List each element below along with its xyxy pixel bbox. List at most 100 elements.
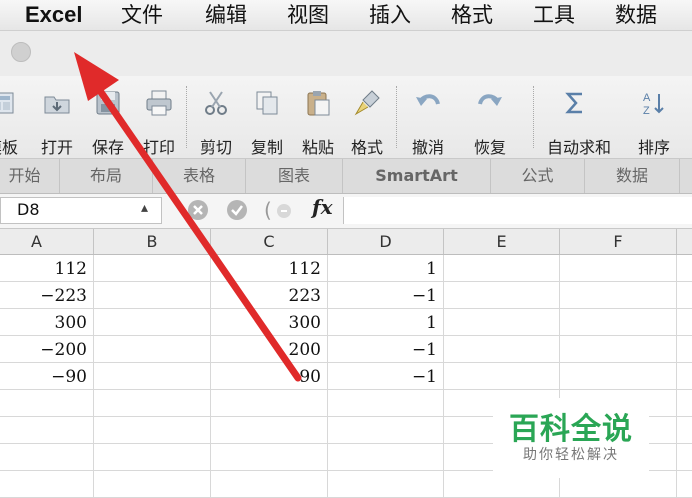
- table-cell[interactable]: [677, 417, 692, 444]
- table-cell[interactable]: [0, 444, 94, 471]
- insert-function-button[interactable]: fx: [312, 195, 333, 219]
- table-cell[interactable]: [94, 255, 211, 282]
- table-cell[interactable]: [560, 309, 677, 336]
- tab-data[interactable]: 数据: [585, 159, 680, 193]
- tab-formulas[interactable]: 公式: [491, 159, 585, 193]
- template-button[interactable]: 模板: [0, 84, 24, 157]
- table-cell[interactable]: [94, 363, 211, 390]
- column-header-b[interactable]: B: [94, 229, 211, 254]
- redo-button[interactable]: 恢复: [468, 84, 512, 157]
- table-cell[interactable]: −1: [328, 363, 444, 390]
- print-button[interactable]: 打印: [137, 84, 181, 157]
- table-cell[interactable]: [94, 282, 211, 309]
- table-cell[interactable]: [94, 417, 211, 444]
- table-cell[interactable]: 223: [211, 282, 328, 309]
- table-cell[interactable]: [94, 309, 211, 336]
- table-cell[interactable]: [444, 255, 560, 282]
- name-box-stepper-icon[interactable]: ▴: [141, 200, 148, 216]
- tab-home[interactable]: 开始: [0, 159, 60, 193]
- open-button[interactable]: 打开: [35, 84, 79, 157]
- table-cell[interactable]: [444, 282, 560, 309]
- column-header-a[interactable]: A: [0, 229, 94, 254]
- window-close-button[interactable]: [11, 42, 31, 62]
- table-cell[interactable]: [94, 390, 211, 417]
- table-cell[interactable]: [444, 363, 560, 390]
- tab-charts[interactable]: 图表: [246, 159, 343, 193]
- save-disk-icon: [96, 91, 120, 115]
- menu-tools[interactable]: 工具: [533, 0, 575, 30]
- watermark: 百科全说 助你轻松解决: [493, 398, 649, 478]
- table-cell[interactable]: [328, 390, 444, 417]
- menu-insert[interactable]: 插入: [369, 0, 411, 30]
- autosum-button[interactable]: 自动求和: [547, 84, 611, 157]
- menu-format[interactable]: 格式: [451, 0, 493, 30]
- tab-tables[interactable]: 表格: [153, 159, 246, 193]
- table-cell[interactable]: [677, 363, 692, 390]
- table-cell[interactable]: [560, 363, 677, 390]
- table-cell[interactable]: [94, 444, 211, 471]
- table-cell[interactable]: [677, 471, 692, 498]
- table-cell[interactable]: [560, 336, 677, 363]
- table-cell[interactable]: [0, 417, 94, 444]
- table-cell[interactable]: 112: [211, 255, 328, 282]
- cut-button[interactable]: 剪切: [194, 84, 238, 157]
- copy-button[interactable]: 复制: [245, 84, 289, 157]
- table-cell[interactable]: [677, 255, 692, 282]
- redo-icon: [478, 94, 502, 106]
- table-cell[interactable]: 112: [0, 255, 94, 282]
- format-painter-button[interactable]: 格式: [345, 84, 389, 157]
- table-cell[interactable]: [677, 282, 692, 309]
- menu-file[interactable]: 文件: [121, 0, 163, 30]
- table-cell[interactable]: [211, 390, 328, 417]
- tab-layout[interactable]: 布局: [60, 159, 153, 193]
- confirm-entry-icon[interactable]: [225, 198, 249, 222]
- table-cell[interactable]: [677, 390, 692, 417]
- table-cell[interactable]: [677, 309, 692, 336]
- table-cell[interactable]: [677, 336, 692, 363]
- formula-input[interactable]: [343, 197, 692, 224]
- column-header-e[interactable]: E: [444, 229, 560, 254]
- column-header-c[interactable]: C: [211, 229, 328, 254]
- name-box[interactable]: D8 ▴: [0, 197, 162, 224]
- table-cell[interactable]: [328, 471, 444, 498]
- paste-button[interactable]: 粘贴: [296, 84, 340, 157]
- table-cell[interactable]: [0, 390, 94, 417]
- table-cell[interactable]: 1: [328, 255, 444, 282]
- table-cell[interactable]: 200: [211, 336, 328, 363]
- tab-smartart[interactable]: SmartArt: [343, 159, 491, 193]
- table-cell[interactable]: [444, 309, 560, 336]
- table-cell[interactable]: [211, 471, 328, 498]
- table-cell[interactable]: 300: [0, 309, 94, 336]
- menu-data[interactable]: 数据: [615, 0, 657, 30]
- table-cell[interactable]: [560, 282, 677, 309]
- table-cell[interactable]: 300: [211, 309, 328, 336]
- cancel-entry-icon[interactable]: [186, 198, 210, 222]
- column-header-f[interactable]: F: [560, 229, 677, 254]
- table-cell[interactable]: −1: [328, 336, 444, 363]
- table-cell[interactable]: −1: [328, 282, 444, 309]
- menu-view[interactable]: 视图: [287, 0, 329, 30]
- table-cell[interactable]: 90: [211, 363, 328, 390]
- table-cell[interactable]: [211, 417, 328, 444]
- column-header-d[interactable]: D: [328, 229, 444, 254]
- sort-button[interactable]: AZ 排序: [632, 84, 676, 157]
- table-cell[interactable]: [328, 417, 444, 444]
- save-button[interactable]: 保存: [86, 84, 130, 157]
- table-cell[interactable]: [211, 444, 328, 471]
- undo-button[interactable]: 撤消: [406, 84, 450, 157]
- menu-edit[interactable]: 编辑: [205, 0, 247, 30]
- table-cell[interactable]: 1: [328, 309, 444, 336]
- table-cell[interactable]: [328, 444, 444, 471]
- table-cell[interactable]: [94, 336, 211, 363]
- table-cell[interactable]: −200: [0, 336, 94, 363]
- table-cell[interactable]: [444, 336, 560, 363]
- table-cell[interactable]: [677, 444, 692, 471]
- table-cell[interactable]: −90: [0, 363, 94, 390]
- table-cell[interactable]: −223: [0, 282, 94, 309]
- function-parens-icon[interactable]: (: [264, 198, 304, 222]
- table-cell[interactable]: [94, 471, 211, 498]
- menu-app-name[interactable]: Excel: [25, 0, 83, 30]
- table-cell[interactable]: [0, 471, 94, 498]
- menu-bar: Excel 文件 编辑 视图 插入 格式 工具 数据: [0, 0, 692, 31]
- table-cell[interactable]: [560, 255, 677, 282]
